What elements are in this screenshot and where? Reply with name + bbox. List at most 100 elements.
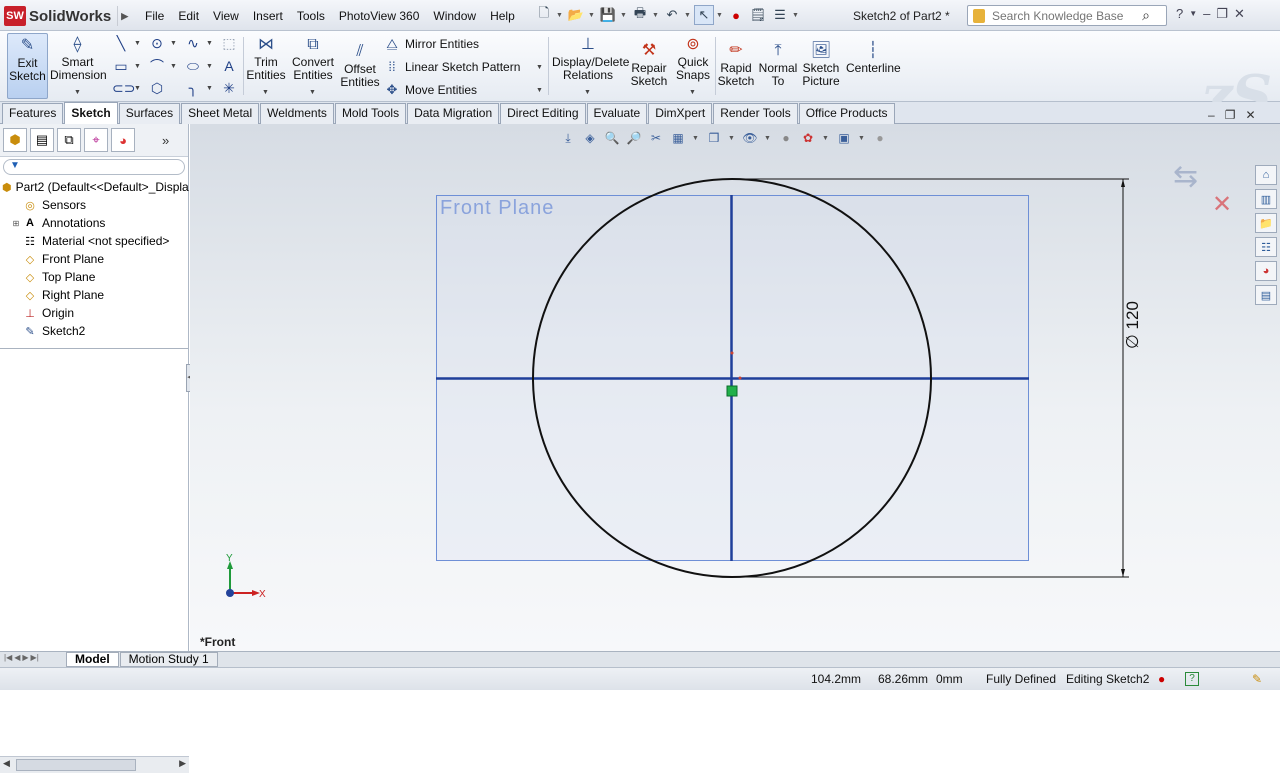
property-manager-icon[interactable]: ▤ [30, 128, 54, 152]
coincident-relation-icon[interactable] [726, 385, 738, 397]
appearances-icon[interactable]: ◕ [1255, 261, 1277, 281]
sketch-point[interactable] [730, 351, 734, 355]
point-icon[interactable]: ✳ [220, 79, 238, 97]
menu-file[interactable]: File [138, 7, 171, 25]
print-icon[interactable]: 🖶 [630, 5, 650, 25]
ellipse-dropdown-icon[interactable]: ▼ [206, 63, 213, 70]
linear-pattern-button[interactable]: ⁞⁞ Linear Sketch Pattern [384, 59, 520, 74]
normal-to-button[interactable]: ⤒ Normal To [758, 42, 798, 88]
polygon-icon[interactable]: ⬡ [148, 79, 166, 97]
menu-view[interactable]: View [206, 7, 246, 25]
line-icon[interactable]: ╲ [112, 34, 130, 52]
quick-snaps-button[interactable]: ⊚ Quick Snaps [674, 36, 712, 82]
line-dropdown-icon[interactable]: ▼ [134, 40, 141, 47]
tree-item-annotations[interactable]: ⊞ A Annotations [0, 214, 188, 232]
tab-render-tools[interactable]: Render Tools [713, 103, 798, 124]
convert-entities-button[interactable]: ⧉ Convert Entities [290, 36, 336, 82]
new-document-icon[interactable]: 🗋 [534, 5, 554, 25]
rapid-sketch-button[interactable]: ✏ Rapid Sketch [716, 42, 756, 88]
exit-sketch-button[interactable]: ✎ Exit Sketch [7, 33, 48, 99]
rebuild-status-icon[interactable]: ● [1158, 672, 1165, 686]
minimize-doc-icon[interactable]: – [1208, 108, 1215, 122]
arc-dropdown-icon[interactable]: ▼ [170, 63, 177, 70]
circle-dropdown-icon[interactable]: ▼ [170, 40, 177, 47]
menu-window[interactable]: Window [426, 7, 483, 25]
help-status-icon[interactable]: ? [1185, 672, 1199, 686]
arc-icon[interactable]: ⌒ [148, 57, 166, 75]
prev-tab-icon[interactable]: ◀ [14, 653, 20, 667]
convert-dropdown-icon[interactable]: ▼ [309, 89, 316, 96]
expand-icon[interactable]: ⊞ [10, 219, 22, 228]
save-dropdown-icon[interactable]: ▼ [620, 12, 628, 19]
quick-snaps-dropdown-icon[interactable]: ▼ [689, 89, 696, 96]
sketch-picture-button[interactable]: 🖼 Sketch Picture [800, 42, 842, 88]
smart-dimension-dropdown-icon[interactable]: ▼ [74, 89, 81, 96]
options-dropdown-icon[interactable]: ▼ [792, 12, 800, 19]
print-dropdown-icon[interactable]: ▼ [652, 12, 660, 19]
menu-edit[interactable]: Edit [171, 7, 206, 25]
open-dropdown-icon[interactable]: ▼ [588, 12, 596, 19]
restore-app-icon[interactable]: ❐ [1216, 6, 1228, 22]
first-tab-icon[interactable]: |◀ [4, 653, 12, 667]
tree-item-top-plane[interactable]: ◇ Top Plane [0, 268, 188, 286]
trim-dropdown-icon[interactable]: ▼ [262, 89, 269, 96]
expand-panel-icon[interactable]: » [162, 133, 169, 148]
scroll-left-icon[interactable]: ◀ [3, 758, 10, 769]
sketch-point[interactable] [738, 376, 742, 380]
tab-weldments[interactable]: Weldments [260, 103, 334, 124]
repair-sketch-button[interactable]: ⚒ Repair Sketch [628, 42, 670, 88]
centerline-button[interactable]: ┆ Centerline [846, 42, 901, 75]
menu-insert[interactable]: Insert [246, 7, 290, 25]
help-icon[interactable]: ? [1176, 6, 1183, 22]
rectangle-icon[interactable]: ▭ [112, 57, 130, 75]
tree-item-sketch2[interactable]: ✎ Sketch2 [0, 322, 188, 340]
help-dropdown-icon[interactable]: ▼ [1189, 9, 1197, 22]
menu-photoview[interactable]: PhotoView 360 [332, 7, 427, 25]
construction-geometry-icon[interactable]: ⬚ [220, 34, 238, 52]
fillet-icon[interactable]: ╮ [184, 79, 202, 97]
cancel-sketch-corner-icon[interactable]: ✕ [1212, 191, 1232, 218]
open-folder-icon[interactable]: 📂 [566, 5, 586, 25]
view-palette-icon[interactable]: ☷ [1255, 237, 1277, 257]
tab-dimxpert[interactable]: DimXpert [648, 103, 713, 124]
tab-surfaces[interactable]: Surfaces [118, 103, 181, 124]
tab-mold-tools[interactable]: Mold Tools [334, 103, 407, 124]
tree-item-right-plane[interactable]: ◇ Right Plane [0, 286, 188, 304]
mirror-entities-button[interactable]: ⧋ Mirror Entities [384, 36, 479, 52]
display-delete-relations-button[interactable]: ⊥ Display/Delete Relations [552, 36, 629, 82]
tree-root-part[interactable]: ⬢ Part2 (Default<<Default>_Displa [0, 178, 189, 196]
graphics-area[interactable]: ⤓ ◈ 🔍 🔎 ✂ ▦ ▼ ❒ ▼ 👁 ▼ ● ✿ ▼ ▣ ▼ ● Front Plane… [190, 124, 1280, 651]
app-logo[interactable]: SW SolidWorks ▶ [4, 6, 131, 26]
exit-sketch-corner-icon[interactable]: ⇆ [1173, 160, 1198, 193]
options-icon[interactable]: ☰ [770, 5, 790, 25]
search-input[interactable] [992, 8, 1132, 23]
tab-office-products[interactable]: Office Products [798, 103, 895, 124]
diameter-dimension[interactable]: ∅ 120 [1123, 301, 1142, 349]
new-dropdown-icon[interactable]: ▼ [556, 12, 564, 19]
restore-doc-icon[interactable]: ❐ [1225, 108, 1236, 122]
text-icon[interactable]: A [220, 57, 238, 75]
tree-horizontal-scrollbar[interactable]: ◀ ▶ [0, 756, 189, 773]
menu-tools[interactable]: Tools [290, 7, 332, 25]
linear-pattern-dropdown-icon[interactable]: ▼ [536, 64, 543, 71]
configuration-manager-icon[interactable]: ⧉ [57, 128, 81, 152]
close-app-icon[interactable]: ✕ [1234, 6, 1245, 22]
next-tab-icon[interactable]: ▶ [22, 653, 28, 667]
tree-item-origin[interactable]: ⊥ Origin [0, 304, 188, 322]
solidworks-resources-icon[interactable]: ⌂ [1255, 165, 1277, 185]
save-icon[interactable]: 💾 [598, 5, 618, 25]
slot-icon[interactable]: ⊂⊃ [112, 79, 135, 97]
slot-dropdown-icon[interactable]: ▼ [134, 85, 141, 92]
tree-item-material[interactable]: ☷ Material <not specified> [0, 232, 188, 250]
tree-item-sensors[interactable]: ◎ Sensors [0, 196, 188, 214]
logo-dropdown-icon[interactable]: ▶ [117, 6, 131, 26]
quick-tips-icon[interactable]: ✎ [1252, 672, 1262, 686]
minimize-app-icon[interactable]: – [1203, 6, 1210, 22]
fillet-dropdown-icon[interactable]: ▼ [206, 85, 213, 92]
tab-direct-editing[interactable]: Direct Editing [500, 103, 586, 124]
menu-help[interactable]: Help [483, 7, 522, 25]
rebuild-traffic-light-icon[interactable]: ● [726, 5, 746, 25]
file-properties-icon[interactable]: 🗒 [748, 5, 768, 25]
undo-icon[interactable]: ↶ [662, 5, 682, 25]
offset-entities-button[interactable]: ⫽ Offset Entities [340, 43, 380, 89]
